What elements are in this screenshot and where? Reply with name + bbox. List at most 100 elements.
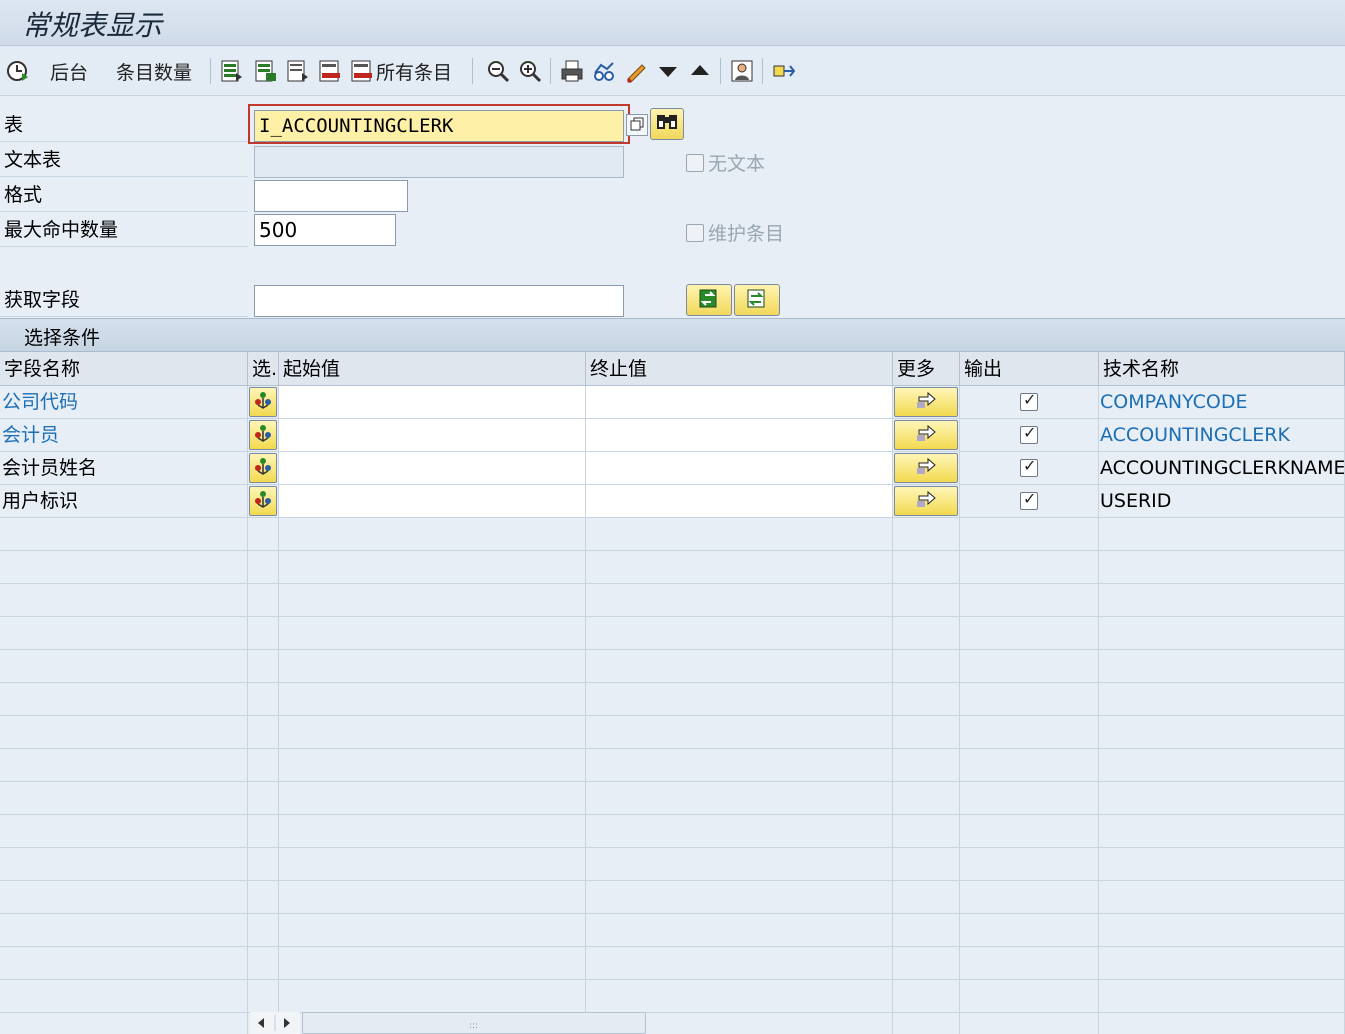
from-value-input[interactable] bbox=[279, 386, 586, 419]
refresh-green-icon bbox=[697, 287, 721, 314]
grid-cell bbox=[248, 716, 279, 749]
triangle-down-icon bbox=[656, 59, 680, 83]
grid-cell bbox=[0, 782, 248, 815]
column-header[interactable]: 字段名称 bbox=[0, 352, 248, 386]
to-value-input[interactable] bbox=[586, 452, 893, 485]
column-header[interactable]: 更多 bbox=[893, 352, 960, 386]
grid-cell bbox=[279, 584, 586, 617]
field-name-cell: 公司代码 bbox=[0, 386, 248, 419]
to-value-input[interactable] bbox=[586, 485, 893, 518]
grid-cell bbox=[586, 749, 893, 782]
multiple-selection-button[interactable] bbox=[894, 486, 958, 516]
output-checkbox[interactable] bbox=[1020, 489, 1038, 510]
text-table-field bbox=[254, 146, 624, 178]
section-title: 选择条件 bbox=[24, 327, 101, 349]
selection-option-button[interactable] bbox=[249, 453, 277, 483]
apply-fields-button[interactable] bbox=[734, 284, 780, 316]
multiple-selection-button[interactable] bbox=[894, 420, 958, 450]
layout-delete-icon bbox=[318, 59, 342, 83]
grid-cell bbox=[248, 650, 279, 683]
grid-cell bbox=[279, 518, 586, 551]
scroll-down-button[interactable] bbox=[656, 56, 680, 86]
max-hits-input[interactable]: 500 bbox=[254, 214, 396, 246]
column-header[interactable]: 技术名称 bbox=[1099, 352, 1345, 386]
selection-option-button[interactable] bbox=[249, 420, 277, 450]
from-value-input[interactable] bbox=[279, 452, 586, 485]
delete-layout-button[interactable] bbox=[318, 56, 342, 86]
to-value-input[interactable] bbox=[586, 419, 893, 452]
from-value-input[interactable] bbox=[279, 485, 586, 518]
text-table-label: 文本表 bbox=[0, 143, 248, 177]
scroll-arrows[interactable] bbox=[250, 1012, 300, 1034]
grid-cell bbox=[960, 716, 1099, 749]
change-layout-button[interactable] bbox=[254, 56, 278, 86]
find-button[interactable] bbox=[592, 56, 616, 86]
arrow-right-icon bbox=[915, 390, 937, 415]
user-settings-button[interactable] bbox=[730, 56, 754, 86]
grid-cell bbox=[1099, 947, 1345, 980]
select-layout-button[interactable] bbox=[220, 56, 244, 86]
table-input[interactable]: I_ACCOUNTINGCLERK bbox=[254, 110, 624, 142]
save-layout-button[interactable] bbox=[286, 56, 310, 86]
no-text-checkbox[interactable]: 无文本 bbox=[686, 149, 765, 176]
zoom-out-button[interactable] bbox=[486, 56, 510, 86]
horizontal-scrollbar-thumb[interactable]: ::: bbox=[302, 1012, 646, 1034]
technical-name-cell: ACCOUNTINGCLERK bbox=[1099, 419, 1345, 452]
grid-cell bbox=[586, 782, 893, 815]
export-button[interactable] bbox=[772, 56, 796, 86]
execute-button[interactable] bbox=[6, 56, 30, 86]
grid-cell bbox=[960, 782, 1099, 815]
application-toolbar: 后台 条目数量 所有条目 bbox=[0, 46, 1345, 96]
title-bar: 常规表显示 bbox=[0, 0, 1345, 46]
grid-cell bbox=[0, 881, 248, 914]
grid-cell bbox=[960, 1013, 1099, 1034]
to-value-input[interactable] bbox=[586, 386, 893, 419]
grid-cell bbox=[1099, 584, 1345, 617]
grid-cell bbox=[248, 815, 279, 848]
maintain-entries-label: 维护条目 bbox=[708, 223, 785, 245]
grid-cell bbox=[586, 914, 893, 947]
get-fields-button[interactable] bbox=[686, 284, 732, 316]
field-name-cell: 会计员姓名 bbox=[0, 452, 248, 485]
table-search-button[interactable] bbox=[650, 108, 684, 140]
copy-windows-icon bbox=[630, 114, 644, 136]
grid-cell bbox=[248, 881, 279, 914]
grid-cell bbox=[1099, 650, 1345, 683]
grid-cell bbox=[248, 518, 279, 551]
multiple-selection-button[interactable] bbox=[626, 114, 648, 136]
get-fields-input[interactable] bbox=[254, 285, 624, 317]
clear-button[interactable] bbox=[624, 56, 648, 86]
output-checkbox[interactable] bbox=[1020, 456, 1038, 477]
selection-option-button[interactable] bbox=[249, 486, 277, 516]
all-entries-button[interactable]: 所有条目 bbox=[350, 56, 452, 86]
entry-count-button[interactable]: 条目数量 bbox=[116, 56, 192, 86]
layout-input[interactable] bbox=[254, 180, 408, 212]
zoom-in-icon bbox=[518, 59, 542, 83]
column-header[interactable]: 输出 bbox=[960, 352, 1099, 386]
output-checkbox[interactable] bbox=[1020, 390, 1038, 411]
column-header[interactable]: 选. bbox=[248, 352, 279, 386]
multiple-selection-button[interactable] bbox=[894, 453, 958, 483]
scroll-up-button[interactable] bbox=[688, 56, 712, 86]
toolbar-separator bbox=[472, 58, 473, 84]
technical-name-cell: ACCOUNTINGCLERKNAME bbox=[1099, 452, 1345, 485]
grid-cell bbox=[279, 881, 586, 914]
grid-cell bbox=[1099, 1013, 1345, 1034]
zoom-in-button[interactable] bbox=[518, 56, 542, 86]
print-button[interactable] bbox=[560, 56, 584, 86]
selection-option-button[interactable] bbox=[249, 387, 277, 417]
selection-options-icon bbox=[253, 389, 273, 416]
grid-cell bbox=[893, 584, 960, 617]
from-value-input[interactable] bbox=[279, 419, 586, 452]
grid-cell bbox=[0, 749, 248, 782]
column-header[interactable]: 终止值 bbox=[586, 352, 893, 386]
grid-cell bbox=[893, 749, 960, 782]
background-button[interactable]: 后台 bbox=[50, 56, 88, 86]
maintain-entries-checkbox[interactable]: 维护条目 bbox=[686, 219, 784, 246]
multiple-selection-button[interactable] bbox=[894, 387, 958, 417]
output-checkbox[interactable] bbox=[1020, 423, 1038, 444]
export-arrow-icon bbox=[772, 59, 796, 83]
window-title: 常规表显示 bbox=[22, 9, 163, 42]
column-header[interactable]: 起始值 bbox=[279, 352, 586, 386]
grid-cell bbox=[960, 617, 1099, 650]
